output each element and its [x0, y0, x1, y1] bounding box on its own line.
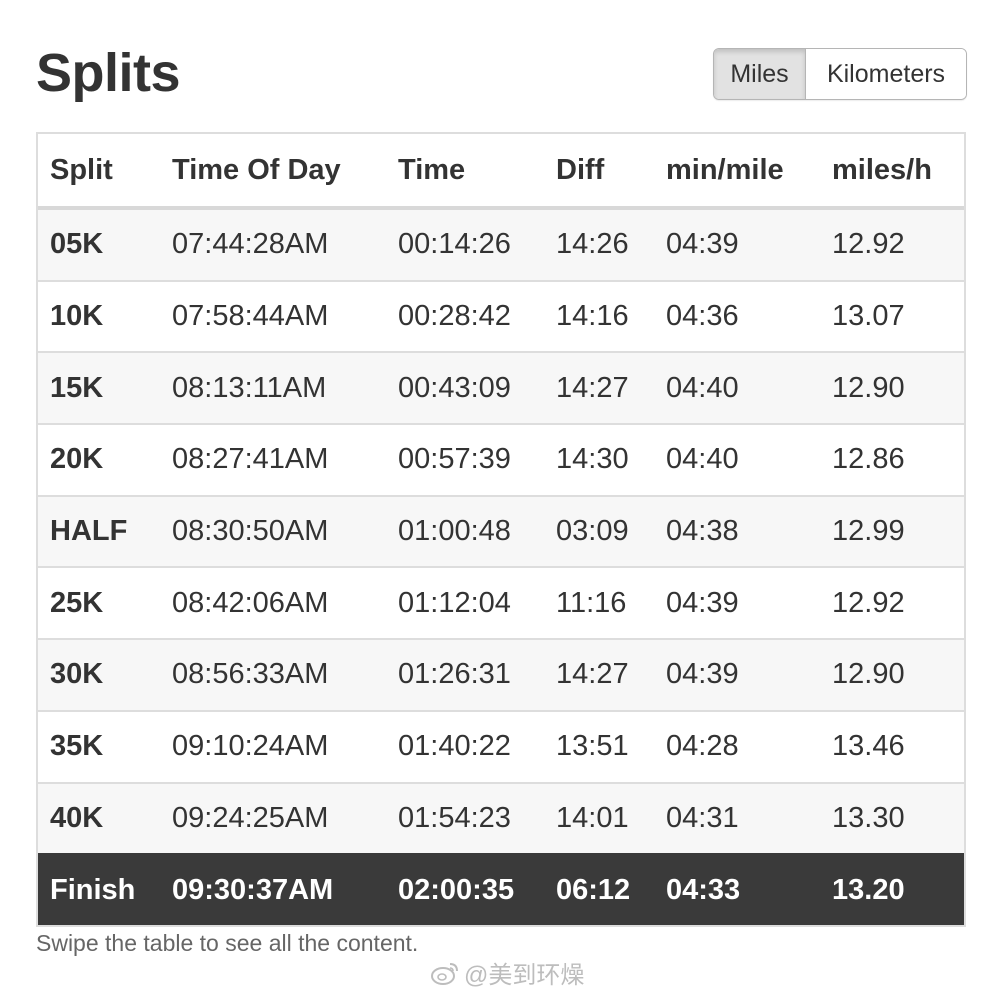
table-row: 05K 07:44:28AM 00:14:26 14:26 04:39 12.9… [38, 207, 964, 281]
cell-time-of-day: 09:10:24AM [160, 709, 386, 783]
cell-split: HALF [38, 494, 160, 568]
cell-diff: 14:01 [544, 781, 654, 855]
cell-min-per-mile: 04:39 [654, 207, 820, 281]
watermark: @美到环燥 [430, 955, 584, 990]
cell-time-of-day: 09:24:25AM [160, 781, 386, 855]
cell-miles-per-hour: 13.46 [820, 709, 964, 783]
table-row: 15K 08:13:11AM 00:43:09 14:27 04:40 12.9… [38, 351, 964, 425]
cell-diff: 14:27 [544, 351, 654, 425]
table-header: Split Time Of Day Time Diff min/mile mil… [38, 134, 964, 210]
cell-time-of-day: 08:30:50AM [160, 494, 386, 568]
cell-miles-per-hour: 13.20 [820, 853, 964, 925]
cell-time: 01:26:31 [386, 638, 544, 711]
cell-min-per-mile: 04:40 [654, 351, 820, 425]
header-row: Split Time Of Day Time Diff min/mile mil… [38, 134, 964, 210]
cell-time-of-day: 09:30:37AM [160, 853, 386, 925]
cell-miles-per-hour: 12.92 [820, 566, 964, 640]
cell-diff: 03:09 [544, 494, 654, 568]
cell-min-per-mile: 04:40 [654, 423, 820, 496]
table-row: HALF 08:30:50AM 01:00:48 03:09 04:38 12.… [38, 494, 964, 568]
kilometers-button[interactable]: Kilometers [806, 49, 966, 99]
cell-time: 00:14:26 [386, 207, 544, 281]
cell-min-per-mile: 04:39 [654, 638, 820, 711]
cell-miles-per-hour: 12.92 [820, 207, 964, 281]
table-row: 25K 08:42:06AM 01:12:04 11:16 04:39 12.9… [38, 566, 964, 640]
cell-miles-per-hour: 12.90 [820, 638, 964, 711]
cell-time-of-day: 08:56:33AM [160, 638, 386, 711]
swipe-hint: Swipe the table to see all the content. [36, 930, 419, 956]
splits-table-container[interactable]: Split Time Of Day Time Diff min/mile mil… [36, 132, 966, 927]
header-split: Split [38, 134, 160, 210]
cell-time-of-day: 07:44:28AM [160, 207, 386, 281]
cell-split: 25K [38, 566, 160, 640]
weibo-logo-icon [431, 962, 458, 985]
cell-min-per-mile: 04:28 [654, 709, 820, 783]
unit-toggle: Miles Kilometers [713, 48, 967, 100]
miles-button[interactable]: Miles [714, 49, 806, 99]
header-miles-per-hour: miles/h [820, 134, 964, 210]
splits-table: Split Time Of Day Time Diff min/mile mil… [38, 134, 964, 925]
cell-min-per-mile: 04:36 [654, 279, 820, 353]
cell-split: 15K [38, 351, 160, 425]
cell-diff: 14:16 [544, 279, 654, 353]
cell-miles-per-hour: 12.90 [820, 351, 964, 425]
table-row: 20K 08:27:41AM 00:57:39 14:30 04:40 12.8… [38, 423, 964, 496]
finish-row: Finish 09:30:37AM 02:00:35 06:12 04:33 1… [38, 853, 964, 925]
cell-time: 01:00:48 [386, 494, 544, 568]
page-title: Splits [36, 43, 181, 103]
cell-split: 35K [38, 709, 160, 783]
watermark-text: @美到环燥 [464, 962, 585, 989]
cell-time-of-day: 07:58:44AM [160, 279, 386, 353]
header-min-per-mile: min/mile [654, 134, 820, 210]
table-row: 35K 09:10:24AM 01:40:22 13:51 04:28 13.4… [38, 709, 964, 783]
cell-time: 01:40:22 [386, 709, 544, 783]
cell-diff: 13:51 [544, 709, 654, 783]
header-diff: Diff [544, 134, 654, 210]
cell-diff: 14:30 [544, 423, 654, 496]
table-body: 05K 07:44:28AM 00:14:26 14:26 04:39 12.9… [38, 207, 964, 925]
cell-time: 01:54:23 [386, 781, 544, 855]
cell-min-per-mile: 04:39 [654, 566, 820, 640]
cell-min-per-mile: 04:33 [654, 853, 820, 925]
table-row: 40K 09:24:25AM 01:54:23 14:01 04:31 13.3… [38, 781, 964, 855]
cell-miles-per-hour: 12.86 [820, 423, 964, 496]
cell-miles-per-hour: 13.30 [820, 781, 964, 855]
cell-diff: 11:16 [544, 566, 654, 640]
cell-split: 20K [38, 423, 160, 496]
cell-diff: 14:27 [544, 638, 654, 711]
cell-time: 02:00:35 [386, 853, 544, 925]
table-row: 30K 08:56:33AM 01:26:31 14:27 04:39 12.9… [38, 638, 964, 711]
header-time: Time [386, 134, 544, 210]
cell-min-per-mile: 04:31 [654, 781, 820, 855]
header-time-of-day: Time Of Day [160, 134, 386, 210]
cell-time-of-day: 08:27:41AM [160, 423, 386, 496]
cell-time: 00:43:09 [386, 351, 544, 425]
cell-miles-per-hour: 13.07 [820, 279, 964, 353]
cell-split: Finish [38, 853, 160, 925]
cell-diff: 14:26 [544, 207, 654, 281]
cell-split: 10K [38, 279, 160, 353]
cell-miles-per-hour: 12.99 [820, 494, 964, 568]
cell-time-of-day: 08:13:11AM [160, 351, 386, 425]
cell-time-of-day: 08:42:06AM [160, 566, 386, 640]
cell-split: 40K [38, 781, 160, 855]
table-row: 10K 07:58:44AM 00:28:42 14:16 04:36 13.0… [38, 279, 964, 353]
cell-split: 30K [38, 638, 160, 711]
cell-time: 01:12:04 [386, 566, 544, 640]
cell-split: 05K [38, 207, 160, 281]
cell-time: 00:57:39 [386, 423, 544, 496]
cell-diff: 06:12 [544, 853, 654, 925]
cell-time: 00:28:42 [386, 279, 544, 353]
cell-min-per-mile: 04:38 [654, 494, 820, 568]
